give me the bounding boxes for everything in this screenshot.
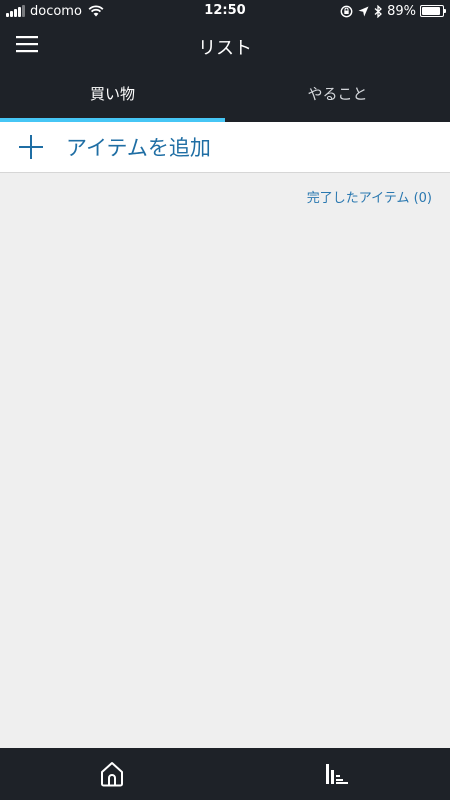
tab-shopping[interactable]: 買い物 <box>0 70 225 122</box>
tab-shopping-label: 買い物 <box>89 85 135 103</box>
nav-home-button[interactable] <box>98 760 126 788</box>
add-item-button[interactable]: アイテムを追加 <box>0 122 450 173</box>
nav-player-button[interactable] <box>324 762 352 786</box>
battery-fill <box>422 7 440 15</box>
battery-percent: 89% <box>387 3 416 19</box>
bottom-nav <box>0 748 450 800</box>
home-icon <box>101 762 123 787</box>
lock-rotation-icon <box>340 5 353 17</box>
battery-icon <box>420 5 446 17</box>
page-title: リスト <box>198 38 252 59</box>
app-bar: リスト <box>0 22 450 70</box>
add-item-label: アイテムを追加 <box>66 136 211 160</box>
plus-icon <box>18 134 44 160</box>
status-bar: docomo 12:50 89% <box>0 0 450 22</box>
completed-items-link[interactable]: 完了したアイテム (0) <box>307 187 432 206</box>
tab-todo[interactable]: やること <box>225 70 450 122</box>
music-player-icon <box>326 764 348 784</box>
tab-bar: 買い物 やること <box>0 70 450 122</box>
location-icon <box>358 6 369 16</box>
screen: docomo 12:50 89% リスト 買い物 やること アイテムを追加 完了… <box>0 0 450 800</box>
status-right: 89% <box>340 3 446 19</box>
bluetooth-icon <box>374 4 383 18</box>
tab-todo-label: やること <box>307 85 368 103</box>
